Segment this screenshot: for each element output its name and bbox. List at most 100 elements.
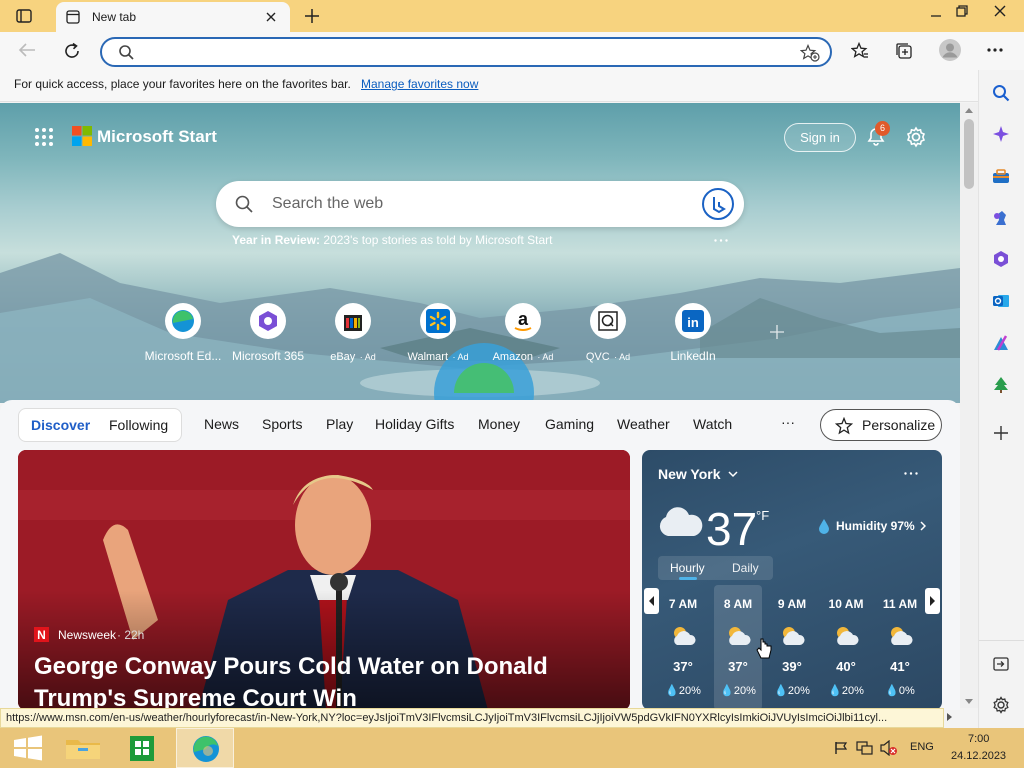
linkedin-icon: in [675, 303, 711, 339]
hourly-item[interactable]: 11 AM 41° 💧0% [876, 585, 924, 710]
hour-temp: 40° [836, 659, 856, 674]
title-bar: New tab [0, 0, 1024, 32]
nav-item-play[interactable]: Play [326, 416, 353, 432]
feed-toggle: Discover Following [18, 408, 182, 442]
collections-icon[interactable] [895, 42, 913, 60]
tab-daily[interactable]: Daily [732, 561, 759, 575]
personalize-button[interactable]: Personalize [820, 409, 942, 441]
file-explorer-icon[interactable] [56, 728, 112, 768]
outlook-icon[interactable] [992, 292, 1010, 310]
status-scroll-right-icon[interactable] [946, 712, 954, 722]
quicklink-microsoft-edge[interactable]: Microsoft Ed... [140, 303, 226, 365]
amazon-icon: a [505, 303, 541, 339]
chevron-down-icon[interactable] [728, 470, 738, 478]
bing-chat-icon[interactable] [702, 188, 734, 220]
quicklink-label: LinkedIn [670, 349, 716, 363]
start-button[interactable] [0, 728, 56, 768]
refresh-icon[interactable] [63, 42, 81, 60]
settings-gear-icon[interactable] [905, 126, 927, 148]
action-center-flag-icon[interactable] [834, 741, 848, 755]
quicklink-ebay[interactable]: eBay · Ad [310, 303, 396, 365]
hour-time: 7 AM [668, 597, 698, 611]
nav-item-sports[interactable]: Sports [262, 416, 302, 432]
sidebar-settings-icon[interactable] [992, 696, 1010, 714]
scroll-down-arrow-icon[interactable] [965, 699, 973, 705]
weather-city[interactable]: New York [658, 466, 721, 482]
web-search-box[interactable]: Search the web [216, 181, 744, 227]
network-icon[interactable] [856, 740, 874, 756]
hide-sidebar-icon[interactable] [993, 656, 1009, 672]
hourly-item[interactable]: 7 AM 37° 💧20% [659, 585, 707, 710]
clock-date[interactable]: 24.12.2023 [951, 750, 1006, 762]
sign-in-button[interactable]: Sign in [784, 123, 856, 152]
hero-background: Microsoft Start Sign in 6 Search the web… [0, 103, 960, 403]
quicklink-linkedin[interactable]: in LinkedIn [650, 303, 736, 365]
sidebar-search-icon[interactable] [992, 84, 1010, 102]
games-chess-icon[interactable] [992, 209, 1010, 227]
nav-item-weather[interactable]: Weather [617, 416, 670, 432]
tree-icon[interactable] [992, 376, 1010, 394]
search-icon [235, 195, 253, 213]
scroll-thumb[interactable] [964, 119, 974, 189]
nav-item-gaming[interactable]: Gaming [545, 416, 594, 432]
add-sidebar-app-icon[interactable] [993, 425, 1009, 441]
weather-more-icon[interactable] [904, 472, 918, 475]
quicklink-qvc[interactable]: QVC · Ad [565, 303, 651, 365]
scroll-up-arrow-icon[interactable] [965, 107, 973, 113]
tab-actions-icon[interactable] [16, 9, 32, 23]
quicklink-microsoft-365[interactable]: Microsoft 365 [225, 303, 311, 365]
manage-favorites-link[interactable]: Manage favorites now [361, 77, 478, 91]
hourly-item[interactable]: 8 AM 37° 💧20% [714, 585, 762, 710]
nav-item-news[interactable]: News [204, 416, 239, 432]
quicklink-amazon[interactable]: a Amazon · Ad [480, 303, 566, 365]
edge-taskbar-icon[interactable] [176, 728, 234, 768]
add-quicklink-icon[interactable] [770, 325, 784, 339]
restore-icon[interactable] [956, 5, 968, 17]
profile-avatar[interactable] [939, 39, 961, 61]
humidity-value: Humidity 97% [836, 519, 915, 533]
designer-icon[interactable] [992, 334, 1010, 352]
apps-grid-icon[interactable] [34, 127, 54, 147]
year-in-review-link[interactable]: Year in Review: 2023's top stories as to… [232, 233, 552, 247]
add-favorite-icon[interactable] [800, 44, 820, 62]
weather-card[interactable]: New York 37 °F Humidity 97% Hourly Daily… [642, 450, 942, 710]
hourly-item[interactable]: 9 AM 39° 💧20% [768, 585, 816, 710]
tab-new-tab[interactable]: New tab [56, 2, 290, 32]
nav-item-watch[interactable]: Watch [693, 416, 732, 432]
favorites-icon[interactable] [851, 42, 869, 60]
tab-discover[interactable]: Discover [31, 417, 90, 433]
ad-label: · Ad [537, 352, 554, 362]
quicklink-walmart[interactable]: Walmart · Ad [395, 303, 481, 365]
tab-hourly[interactable]: Hourly [670, 561, 705, 575]
close-window-icon[interactable] [994, 5, 1006, 17]
address-bar[interactable] [100, 37, 832, 67]
microsoft-365-icon[interactable] [992, 250, 1010, 268]
brand-title[interactable]: Microsoft Start [97, 127, 217, 147]
partly-cloudy-icon [669, 625, 697, 647]
more-icon[interactable] [714, 239, 728, 242]
nav-more-button[interactable]: ··· [781, 414, 795, 430]
ad-label: · Ad [452, 352, 469, 362]
back-icon[interactable] [18, 42, 36, 58]
temperature-unit[interactable]: °F [756, 508, 769, 523]
hourly-prev-button[interactable] [644, 588, 659, 614]
store-icon[interactable] [114, 728, 170, 768]
volume-muted-icon[interactable] [880, 740, 898, 756]
tab-close-icon[interactable] [265, 11, 277, 23]
chevron-right-icon[interactable] [920, 521, 926, 531]
copilot-sparkle-icon[interactable] [992, 125, 1010, 143]
nav-item-money[interactable]: Money [478, 416, 520, 432]
new-tab-icon[interactable] [304, 8, 320, 24]
tab-following[interactable]: Following [109, 417, 168, 433]
minimize-icon[interactable] [930, 10, 942, 22]
hourly-next-button[interactable] [925, 588, 940, 614]
page-scrollbar[interactable] [960, 103, 978, 708]
news-card[interactable]: N Newsweek · 22h George Conway Pours Col… [18, 450, 630, 710]
nav-item-holiday-gifts[interactable]: Holiday Gifts [375, 416, 454, 432]
settings-more-icon[interactable] [987, 48, 1003, 52]
news-headline-line2: Trump's Supreme Court Win [34, 685, 357, 710]
clock-time[interactable]: 7:00 [968, 733, 989, 745]
shopping-bag-icon[interactable] [992, 168, 1010, 186]
hourly-item[interactable]: 10 AM 40° 💧20% [822, 585, 870, 710]
language-indicator[interactable]: ENG [910, 741, 934, 753]
